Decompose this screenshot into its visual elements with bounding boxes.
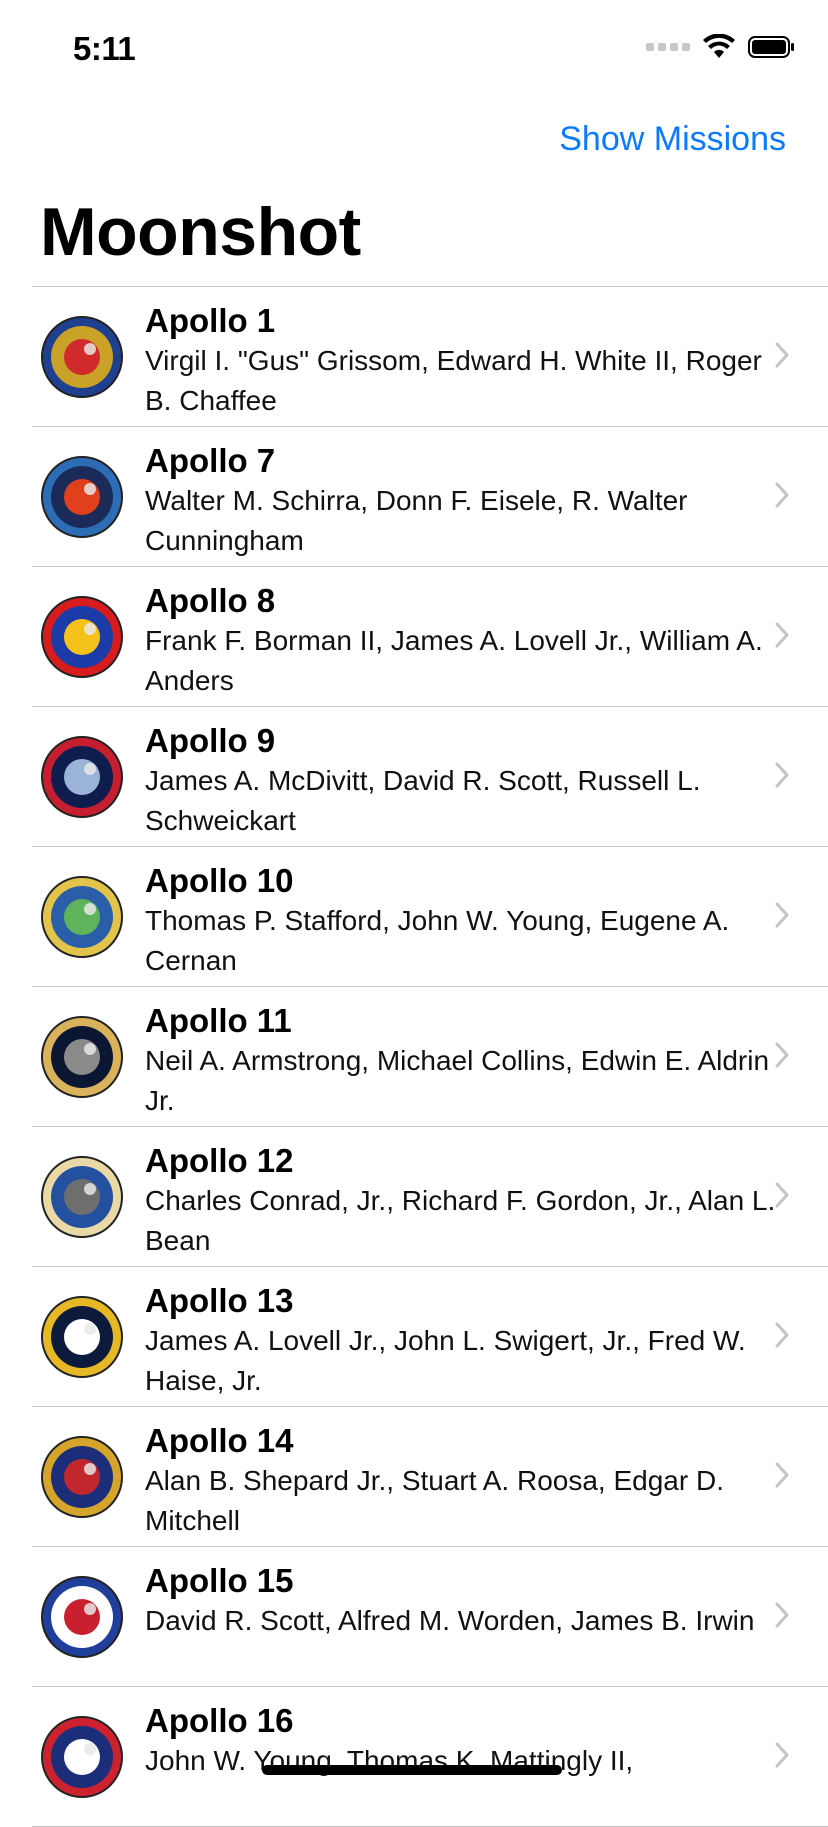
mission-text: Apollo 14 Alan B. Shepard Jr., Stuart A. … bbox=[145, 1421, 785, 1541]
mission-crew: Neil A. Armstrong, Michael Collins, Edwi… bbox=[145, 1045, 770, 1116]
mission-row[interactable]: Apollo 8 Frank F. Borman II, James A. Lov… bbox=[32, 567, 828, 707]
mission-row[interactable]: Apollo 12 Charles Conrad, Jr., Richard F.… bbox=[32, 1127, 828, 1267]
mission-text: Apollo 12 Charles Conrad, Jr., Richard F.… bbox=[145, 1141, 785, 1261]
chevron-right-icon bbox=[775, 1462, 789, 1488]
mission-badge-icon bbox=[41, 1296, 123, 1378]
chevron-right-icon bbox=[775, 342, 789, 368]
chevron-right-icon bbox=[775, 762, 789, 788]
mission-crew: Charles Conrad, Jr., Richard F. Gordon, … bbox=[145, 1185, 776, 1256]
mission-text: Apollo 9 James A. McDivitt, David R. Scot… bbox=[145, 721, 785, 841]
mission-badge-icon bbox=[41, 1716, 123, 1798]
chevron-right-icon bbox=[775, 1742, 789, 1768]
mission-row[interactable]: Apollo 16 John W. Young, Thomas K. Mattin… bbox=[32, 1687, 828, 1827]
chevron-right-icon bbox=[775, 1322, 789, 1348]
mission-name: Apollo 13 bbox=[145, 1282, 294, 1319]
chevron-right-icon bbox=[775, 902, 789, 928]
wifi-icon bbox=[703, 34, 735, 58]
mission-name: Apollo 11 bbox=[145, 1002, 292, 1039]
mission-row[interactable]: Apollo 15 David R. Scott, Alfred M. Worde… bbox=[32, 1547, 828, 1687]
mission-crew: Virgil I. "Gus" Grissom, Edward H. White… bbox=[145, 345, 762, 416]
mission-list[interactable]: Apollo 1 Virgil I. "Gus" Grissom, Edward … bbox=[32, 286, 828, 1827]
mission-badge-icon bbox=[41, 876, 123, 958]
mission-crew: Walter M. Schirra, Donn F. Eisele, R. Wa… bbox=[145, 485, 688, 556]
mission-badge-icon bbox=[41, 1156, 123, 1238]
battery-icon bbox=[748, 36, 794, 58]
mission-crew: Alan B. Shepard Jr., Stuart A. Roosa, Ed… bbox=[145, 1465, 724, 1536]
cellular-signal-icon bbox=[646, 43, 690, 51]
status-bar: 5:11 bbox=[0, 0, 828, 100]
mission-name: Apollo 8 bbox=[145, 582, 276, 619]
page-title: Moonshot bbox=[40, 194, 361, 270]
mission-text: Apollo 1 Virgil I. "Gus" Grissom, Edward … bbox=[145, 301, 785, 421]
mission-badge-icon bbox=[41, 316, 123, 398]
mission-badge-icon bbox=[41, 1436, 123, 1518]
mission-name: Apollo 1 bbox=[145, 302, 276, 339]
mission-badge-icon bbox=[41, 736, 123, 818]
mission-text: Apollo 15 David R. Scott, Alfred M. Worde… bbox=[145, 1561, 785, 1641]
mission-crew: Thomas P. Stafford, John W. Young, Eugen… bbox=[145, 905, 730, 976]
mission-row[interactable]: Apollo 9 James A. McDivitt, David R. Scot… bbox=[32, 707, 828, 847]
home-indicator bbox=[262, 1765, 562, 1775]
mission-name: Apollo 16 bbox=[145, 1702, 294, 1739]
mission-badge-icon bbox=[41, 1016, 123, 1098]
mission-row[interactable]: Apollo 7 Walter M. Schirra, Donn F. Eisel… bbox=[32, 427, 828, 567]
mission-text: Apollo 8 Frank F. Borman II, James A. Lov… bbox=[145, 581, 785, 701]
mission-badge-icon bbox=[41, 456, 123, 538]
mission-crew: Frank F. Borman II, James A. Lovell Jr.,… bbox=[145, 625, 763, 696]
status-icons bbox=[646, 34, 796, 60]
mission-crew: David R. Scott, Alfred M. Worden, James … bbox=[145, 1605, 755, 1636]
mission-badge-icon bbox=[41, 1576, 123, 1658]
mission-name: Apollo 12 bbox=[145, 1142, 294, 1179]
mission-name: Apollo 15 bbox=[145, 1562, 294, 1599]
mission-row[interactable]: Apollo 1 Virgil I. "Gus" Grissom, Edward … bbox=[32, 287, 828, 427]
mission-name: Apollo 9 bbox=[145, 722, 276, 759]
mission-text: Apollo 7 Walter M. Schirra, Donn F. Eisel… bbox=[145, 441, 785, 561]
show-missions-button[interactable]: Show Missions bbox=[559, 120, 786, 159]
mission-row[interactable]: Apollo 10 Thomas P. Stafford, John W. You… bbox=[32, 847, 828, 987]
mission-text: Apollo 13 James A. Lovell Jr., John L. Sw… bbox=[145, 1281, 785, 1401]
mission-name: Apollo 10 bbox=[145, 862, 294, 899]
chevron-right-icon bbox=[775, 1042, 789, 1068]
mission-row[interactable]: Apollo 13 James A. Lovell Jr., John L. Sw… bbox=[32, 1267, 828, 1407]
mission-text: Apollo 10 Thomas P. Stafford, John W. You… bbox=[145, 861, 785, 981]
mission-text: Apollo 11 Neil A. Armstrong, Michael Coll… bbox=[145, 1001, 785, 1121]
chevron-right-icon bbox=[775, 1602, 789, 1628]
mission-crew: John W. Young, Thomas K. Mattingly II, bbox=[145, 1745, 634, 1776]
mission-name: Apollo 7 bbox=[145, 442, 276, 479]
mission-crew: James A. McDivitt, David R. Scott, Russe… bbox=[145, 765, 701, 836]
chevron-right-icon bbox=[775, 1182, 789, 1208]
chevron-right-icon bbox=[775, 622, 789, 648]
mission-name: Apollo 14 bbox=[145, 1422, 294, 1459]
chevron-right-icon bbox=[775, 482, 789, 508]
mission-badge-icon bbox=[41, 596, 123, 678]
mission-row[interactable]: Apollo 11 Neil A. Armstrong, Michael Coll… bbox=[32, 987, 828, 1127]
status-time: 5:11 bbox=[73, 30, 136, 67]
mission-crew: James A. Lovell Jr., John L. Swigert, Jr… bbox=[145, 1325, 746, 1396]
mission-row[interactable]: Apollo 14 Alan B. Shepard Jr., Stuart A. … bbox=[32, 1407, 828, 1547]
